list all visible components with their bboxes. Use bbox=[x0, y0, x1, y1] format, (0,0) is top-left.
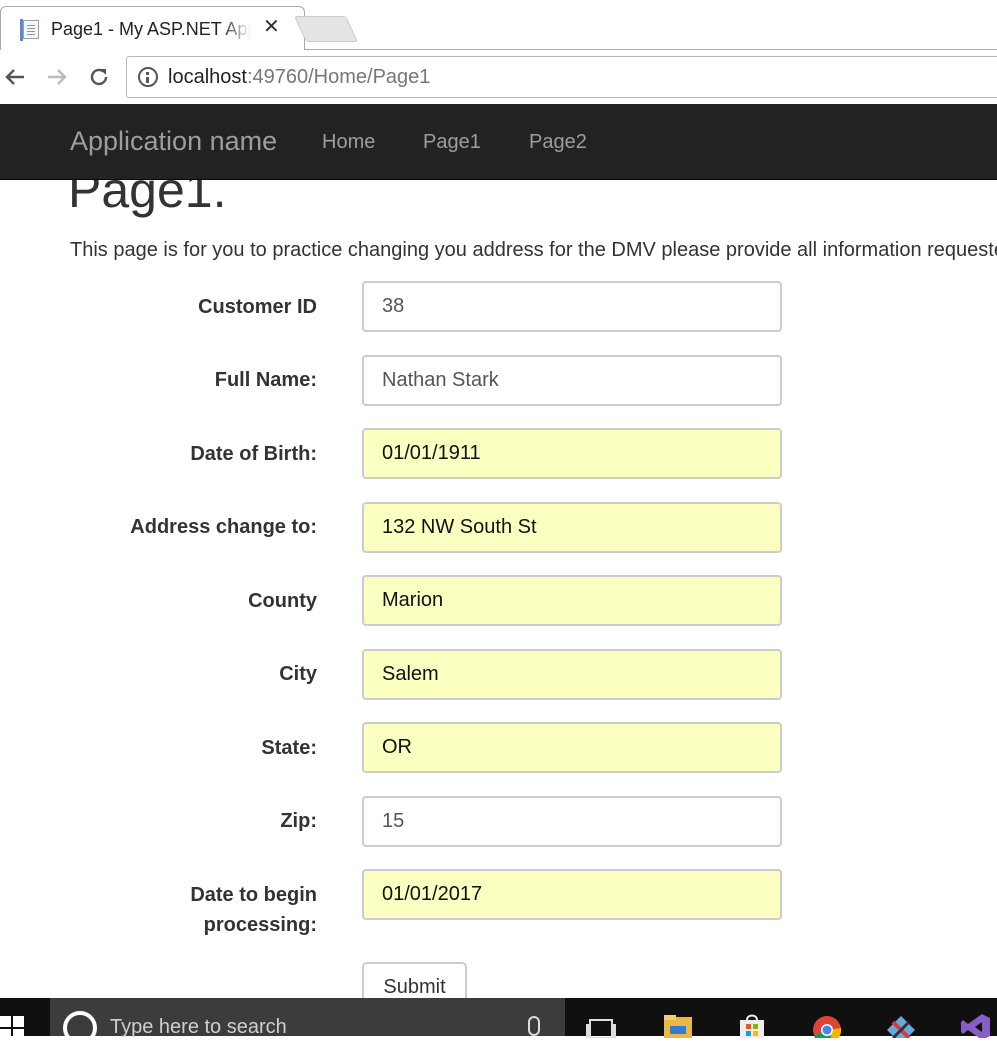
customer-id-input[interactable]: 38 bbox=[362, 281, 782, 332]
page-favicon-icon bbox=[20, 19, 39, 41]
forward-button[interactable] bbox=[42, 62, 72, 92]
url-path: :49760/Home/Page1 bbox=[246, 65, 431, 88]
taskbar-search-box[interactable]: Type here to search bbox=[50, 998, 565, 1045]
city-label: City bbox=[279, 663, 317, 685]
reload-icon bbox=[90, 68, 108, 86]
customer-id-label: Customer ID bbox=[198, 296, 317, 318]
git-tool-icon[interactable] bbox=[885, 1012, 917, 1038]
start-pane-2 bbox=[13, 1016, 24, 1027]
processing-date-label-line2: processing: bbox=[203, 914, 317, 936]
browser-toolbar: localhost:49760/Home/Page1 bbox=[0, 50, 997, 105]
nav-link-page2[interactable]: Page2 bbox=[529, 131, 587, 154]
url-text: localhost:49760/Home/Page1 bbox=[168, 66, 430, 89]
site-navbar: Application name Home Page1 Page2 bbox=[0, 104, 997, 180]
task-view-icon[interactable] bbox=[585, 1012, 617, 1038]
processing-date-input[interactable]: 01/01/2017 bbox=[362, 869, 782, 920]
tab-title: Page1 - My ASP.NET Application bbox=[51, 19, 251, 39]
processing-date-label: Date to begin processing: bbox=[190, 880, 317, 940]
browser-tab[interactable]: Page1 - My ASP.NET Application ✕ bbox=[0, 6, 305, 50]
full-name-label: Full Name: bbox=[214, 369, 317, 391]
full-name-input[interactable]: Nathan Stark bbox=[362, 355, 782, 406]
county-input[interactable]: Marion bbox=[362, 575, 782, 626]
date-of-birth-input[interactable]: 01/01/1911 bbox=[362, 428, 782, 479]
close-tab-icon[interactable]: ✕ bbox=[263, 17, 280, 37]
windows-taskbar: Type here to search bbox=[0, 998, 997, 1045]
zip-label: Zip: bbox=[280, 810, 317, 832]
start-pane-3 bbox=[0, 1029, 11, 1040]
start-pane-1 bbox=[0, 1016, 11, 1027]
file-explorer-icon[interactable] bbox=[662, 1012, 694, 1038]
intro-text: This page is for you to practice changin… bbox=[70, 239, 997, 261]
date-of-birth-label: Date of Birth: bbox=[190, 443, 317, 465]
processing-date-label-line1: Date to begin bbox=[190, 884, 317, 906]
address-bar[interactable]: localhost:49760/Home/Page1 bbox=[126, 56, 997, 98]
windows-start-icon[interactable] bbox=[0, 1012, 26, 1040]
brand-link[interactable]: Application name bbox=[70, 126, 277, 157]
nav-link-page1[interactable]: Page1 bbox=[423, 131, 481, 154]
county-label: County bbox=[248, 590, 317, 612]
new-tab-button[interactable] bbox=[293, 16, 359, 42]
back-button[interactable] bbox=[0, 62, 30, 92]
url-host: localhost bbox=[168, 65, 247, 88]
start-pane-4 bbox=[13, 1029, 24, 1040]
zip-input[interactable]: 15 bbox=[362, 796, 782, 847]
state-label: State: bbox=[261, 737, 317, 759]
address-change-input[interactable]: 132 NW South St bbox=[362, 502, 782, 553]
chrome-icon[interactable] bbox=[811, 1012, 843, 1038]
visual-studio-icon[interactable] bbox=[960, 1012, 992, 1038]
reload-button[interactable] bbox=[84, 62, 114, 92]
tab-strip: Page1 - My ASP.NET Application ✕ bbox=[0, 0, 997, 50]
address-change-label: Address change to: bbox=[130, 516, 317, 538]
state-input[interactable]: OR bbox=[362, 722, 782, 773]
nav-link-home[interactable]: Home bbox=[322, 131, 375, 154]
site-info-icon[interactable] bbox=[138, 67, 158, 87]
forward-arrow-icon bbox=[48, 69, 67, 85]
city-input[interactable]: Salem bbox=[362, 649, 782, 700]
microphone-icon[interactable] bbox=[528, 1016, 540, 1036]
cortana-icon bbox=[63, 1011, 97, 1045]
back-arrow-icon bbox=[5, 69, 24, 85]
store-icon[interactable] bbox=[736, 1012, 768, 1038]
